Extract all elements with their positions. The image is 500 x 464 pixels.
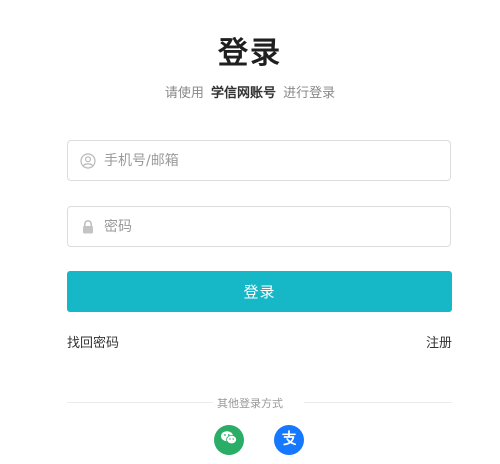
- wechat-login-button[interactable]: [214, 425, 244, 455]
- alipay-icon: [279, 428, 299, 452]
- forgot-password-link[interactable]: 找回密码: [67, 332, 119, 351]
- alipay-login-button[interactable]: [274, 425, 304, 455]
- password-field-wrapper: [67, 206, 451, 247]
- username-input[interactable]: [104, 152, 424, 169]
- other-login-label: 其他登录方式: [217, 397, 283, 410]
- password-input[interactable]: [104, 218, 424, 235]
- divider-right: [304, 402, 452, 403]
- subtitle-suffix: 进行登录: [283, 86, 336, 101]
- user-icon: [80, 152, 96, 169]
- login-subtitle: 请使用 学信网账号 进行登录: [0, 82, 500, 101]
- lock-icon: [80, 219, 96, 235]
- subtitle-brand: 学信网账号: [210, 86, 276, 101]
- username-field-wrapper: [67, 140, 451, 181]
- login-button[interactable]: 登录: [67, 271, 452, 312]
- register-link[interactable]: 注册: [426, 332, 452, 351]
- subtitle-prefix: 请使用: [164, 86, 204, 101]
- wechat-icon: [219, 428, 239, 452]
- page-title: 登录: [218, 36, 282, 71]
